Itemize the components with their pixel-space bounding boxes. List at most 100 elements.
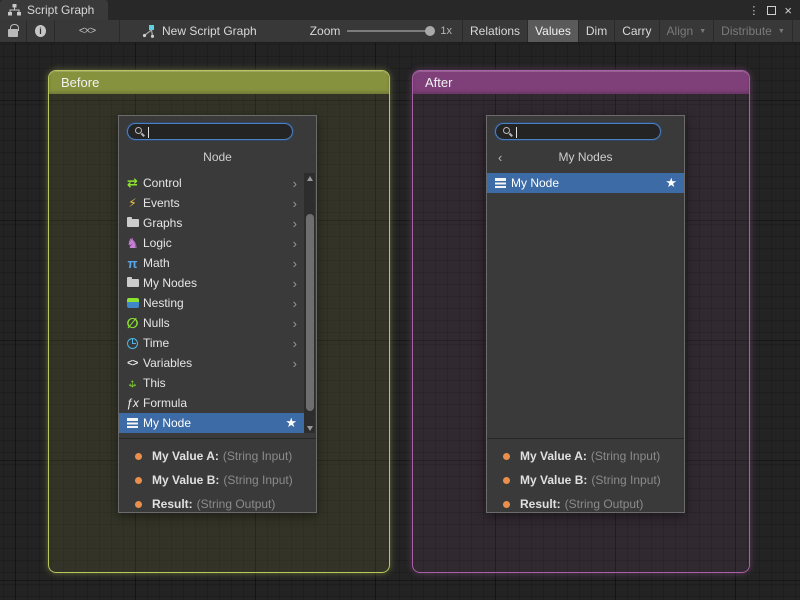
star-icon[interactable] — [665, 175, 677, 191]
toolbar-button-align[interactable]: Align▼ — [660, 20, 715, 42]
new-script-graph-label: New Script Graph — [162, 24, 257, 38]
info-icon — [35, 25, 46, 37]
chevron-right-icon — [293, 236, 297, 251]
toolbar: New Script Graph Zoom 1x RelationsValues… — [0, 20, 800, 43]
tab-title: Script Graph — [27, 3, 94, 17]
port-dot-icon — [135, 477, 142, 484]
lock-button[interactable] — [0, 20, 27, 42]
fx-icon — [124, 395, 141, 411]
list-item[interactable]: My Nodes — [119, 273, 304, 293]
naming-scheme-button[interactable] — [55, 20, 120, 42]
folder-icon — [124, 275, 141, 291]
port-row: My Value B: (String Input) — [119, 468, 316, 492]
finder-header-label: My Nodes — [558, 150, 612, 164]
maximize-icon[interactable] — [767, 6, 776, 15]
null-icon — [124, 315, 141, 331]
window-controls: ⋮ × — [748, 0, 800, 20]
port-dot-icon — [503, 453, 510, 460]
port-dot-icon — [135, 501, 142, 508]
knight-icon — [124, 235, 141, 251]
node-category-list: Control Events Graphs Logic Math My Node… — [119, 173, 316, 433]
list-item[interactable]: Math — [119, 253, 304, 273]
group-after-header[interactable]: After — [413, 71, 749, 94]
zoom-slider-thumb[interactable] — [425, 26, 435, 36]
code-brackets-icon — [79, 25, 95, 37]
list-item[interactable]: My Node — [487, 173, 684, 193]
control-icon — [124, 175, 141, 191]
toolbar-button-overview[interactable]: Overview — [793, 20, 800, 42]
finder-header-label: Node — [203, 150, 232, 164]
zoom-value: 1x — [440, 25, 452, 37]
group-before-header[interactable]: Before — [49, 71, 389, 94]
scrollbar-thumb[interactable] — [306, 214, 314, 411]
tab-strip: Script Graph ⋮ × — [0, 0, 800, 20]
search-field[interactable] — [127, 123, 293, 140]
chevron-right-icon — [293, 276, 297, 291]
list-item[interactable]: Formula — [119, 393, 304, 413]
lock-icon — [8, 29, 18, 37]
port-dot-icon — [503, 477, 510, 484]
group-before-title: Before — [61, 75, 99, 90]
chevron-right-icon — [293, 316, 297, 331]
chevron-right-icon — [293, 336, 297, 351]
new-script-graph-button[interactable]: New Script Graph — [134, 20, 264, 42]
list-item[interactable]: My Node — [119, 413, 304, 433]
chevron-right-icon — [293, 176, 297, 191]
clock-icon — [124, 335, 141, 351]
group-after-title: After — [425, 75, 452, 90]
search-input[interactable] — [148, 125, 286, 139]
fuzzy-finder-after: My Nodes My Node My Value A: (String Inp… — [486, 115, 685, 513]
chevron-down-icon: ▼ — [699, 28, 706, 35]
star-icon[interactable] — [285, 415, 297, 431]
list-item[interactable]: Control — [119, 173, 304, 193]
list-item[interactable]: Events — [119, 193, 304, 213]
port-dot-icon — [503, 501, 510, 508]
new-graph-icon — [141, 24, 155, 38]
text-caret — [516, 127, 517, 138]
toolbar-button-distribute[interactable]: Distribute▼ — [714, 20, 793, 42]
chevron-right-icon — [293, 296, 297, 311]
node-list: My Node — [487, 173, 684, 433]
list-item[interactable]: This — [119, 373, 304, 393]
search-field[interactable] — [495, 123, 661, 140]
search-icon — [134, 126, 145, 137]
info-button[interactable] — [27, 20, 55, 42]
zoom-label: Zoom — [310, 24, 341, 38]
finder-header: Node — [119, 146, 316, 168]
move-icon — [124, 375, 141, 391]
toolbar-button-relations[interactable]: Relations — [463, 20, 528, 42]
scroll-up-icon[interactable] — [304, 173, 315, 183]
list-item[interactable]: Nulls — [119, 313, 304, 333]
back-chevron-icon[interactable] — [498, 146, 502, 168]
search-input[interactable] — [516, 125, 654, 139]
chevron-down-icon: ▼ — [778, 28, 785, 35]
chevron-right-icon — [293, 196, 297, 211]
fuzzy-finder-before: Node Control Events Graphs Logic Math My… — [118, 115, 317, 513]
port-row: Result: (String Output) — [119, 492, 316, 516]
toolbar-button-carry[interactable]: Carry — [615, 20, 659, 42]
graph-canvas[interactable]: Before After Node Control Events — [0, 43, 800, 600]
port-row: Result: (String Output) — [487, 492, 684, 516]
list-item[interactable]: Variables — [119, 353, 304, 373]
close-icon[interactable]: × — [784, 3, 792, 18]
chevron-right-icon — [293, 356, 297, 371]
toolbar-button-values[interactable]: Values — [528, 20, 579, 42]
list-item[interactable]: Logic — [119, 233, 304, 253]
angle-icon — [124, 355, 141, 371]
node-ports-preview: My Value A: (String Input) My Value B: (… — [487, 438, 684, 514]
chevron-right-icon — [293, 216, 297, 231]
toolbar-button-dim[interactable]: Dim — [579, 20, 615, 42]
pane-menu-icon[interactable]: ⋮ — [748, 4, 759, 17]
lightning-icon — [124, 195, 141, 211]
zoom-control: Zoom 1x — [300, 20, 462, 42]
scrollbar[interactable] — [304, 173, 315, 433]
list-item[interactable]: Time — [119, 333, 304, 353]
finder-header: My Nodes — [487, 146, 684, 168]
node-ports-preview: My Value A: (String Input) My Value B: (… — [119, 438, 316, 514]
list-item[interactable]: Graphs — [119, 213, 304, 233]
zoom-slider[interactable] — [347, 30, 433, 32]
list-item[interactable]: Nesting — [119, 293, 304, 313]
tab-script-graph[interactable]: Script Graph — [0, 0, 108, 20]
scroll-down-icon[interactable] — [304, 423, 315, 433]
node-icon — [124, 415, 141, 431]
